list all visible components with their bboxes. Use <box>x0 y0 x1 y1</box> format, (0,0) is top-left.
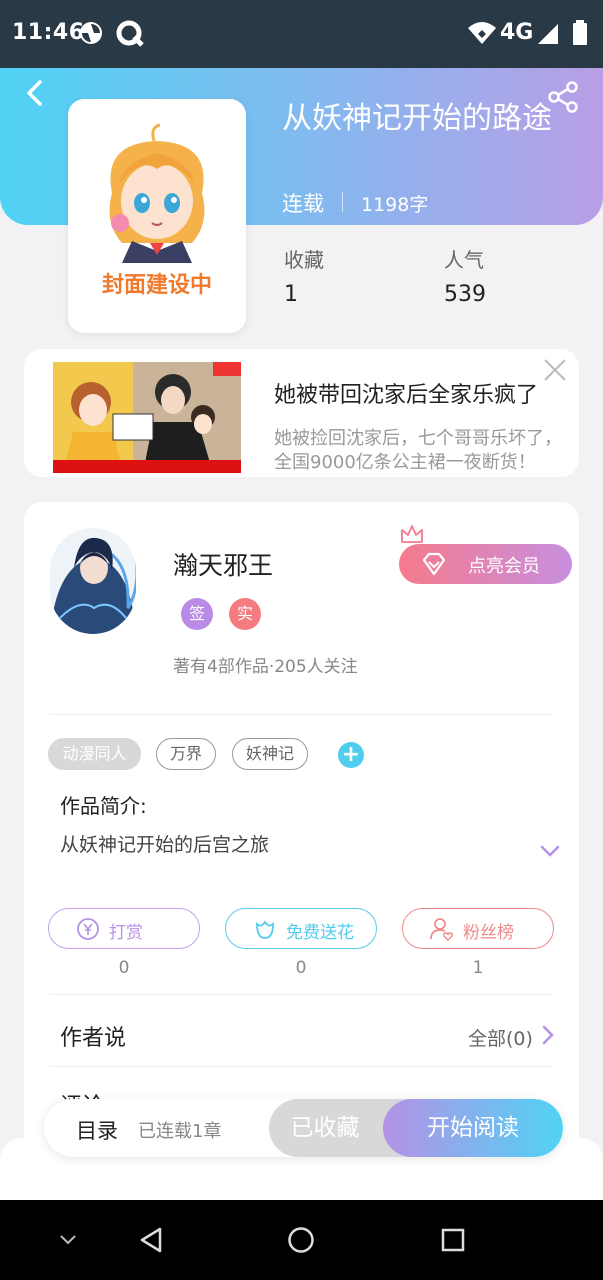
stat-popularity-label: 人气 <box>444 248 484 272</box>
flower-icon <box>256 920 274 939</box>
ad-card[interactable]: 她被带回沈家后全家乐疯了 她被捡回沈家后，七个哥哥乐坏了， 全国9000亿条公主… <box>24 349 579 477</box>
tip-count: 0 <box>118 958 130 978</box>
book-title: 从妖神记开始的路途 <box>282 101 552 136</box>
ad-title[interactable]: 她被带回沈家后全家乐疯了 <box>274 377 538 409</box>
author-card: 瀚天邪王 签 实 著有4部作品·205人关注 点亮会员 动漫同人 万界 妖神记 … <box>24 502 579 1162</box>
tag-yaoshenji[interactable]: 妖神记 <box>232 738 308 770</box>
ad-description: 她被捡回沈家后，七个哥哥乐坏了， 全国9000亿条公主裙一夜断货！ <box>274 427 574 475</box>
chevron-down-icon[interactable] <box>539 844 561 858</box>
ad-image <box>53 362 241 473</box>
cover-placeholder-label: 封面建设中 <box>101 273 212 298</box>
intro-text: 从妖神记开始的后宫之旅 <box>60 834 270 856</box>
add-tag-button[interactable]: + <box>338 742 364 768</box>
fan-ranking-label: 粉丝榜 <box>463 923 514 943</box>
ad-description-line-1: 她被捡回沈家后，七个哥哥乐坏了， <box>274 428 562 449</box>
fan-ranking-button[interactable]: 粉丝榜 <box>402 908 554 949</box>
author-says-all-link[interactable]: 全部(0) <box>468 1024 533 1051</box>
yen-coin-icon <box>77 918 99 940</box>
badge-signed: 签 <box>181 598 213 630</box>
intro-label: 作品简介: <box>60 794 147 818</box>
chevron-right-icon[interactable] <box>541 1024 555 1046</box>
send-flower-button[interactable]: 免费送花 <box>225 908 377 949</box>
status-time: 11:46 <box>12 20 85 45</box>
tip-button[interactable]: 打赏 <box>48 908 200 949</box>
book-status: 连载 <box>282 192 324 216</box>
sync-icon <box>80 22 102 44</box>
stat-favorites-label: 收藏 <box>284 248 324 272</box>
send-flower-label: 免费送花 <box>286 923 354 943</box>
author-says-title: 作者说 <box>60 1026 127 1051</box>
stat-popularity-value: 539 <box>444 282 486 307</box>
cover-mascot-image <box>109 123 205 263</box>
divider <box>342 192 343 212</box>
book-cover: 封面建设中 <box>68 99 246 333</box>
author-meta: 著有4部作品·205人关注 <box>173 657 358 677</box>
stat-favorites-value: 1 <box>284 282 298 307</box>
status-bar: 11:46 4G <box>0 0 603 68</box>
close-icon[interactable] <box>540 355 570 385</box>
app-q-icon <box>116 20 144 47</box>
battery-icon <box>573 20 587 45</box>
network-type: 4G <box>500 20 534 45</box>
diamond-icon <box>422 552 446 576</box>
send-flower-count: 0 <box>295 958 307 978</box>
crown-icon <box>401 525 423 543</box>
divider <box>50 994 553 995</box>
toc-chapter-count: 已连载1章 <box>138 1121 222 1142</box>
fan-ranking-count: 1 <box>472 958 484 978</box>
system-nav-bar <box>0 1200 603 1280</box>
wifi-icon <box>468 22 496 44</box>
tag-anime-fanfic[interactable]: 动漫同人 <box>48 738 141 770</box>
back-triangle-icon[interactable] <box>138 1226 164 1254</box>
author-name[interactable]: 瀚天邪王 <box>173 546 273 582</box>
divider <box>50 714 553 715</box>
chevron-left-icon[interactable] <box>20 78 50 108</box>
ad-description-line-2: 全国9000亿条公主裙一夜断货！ <box>274 452 536 473</box>
tip-label: 打赏 <box>109 923 143 943</box>
start-reading-button[interactable]: 开始阅读 <box>383 1099 563 1157</box>
favorited-label: 已收藏 <box>290 1115 360 1141</box>
chevron-down-icon[interactable] <box>58 1232 78 1248</box>
word-count: 1198字 <box>361 194 429 216</box>
signal-icon <box>538 24 558 44</box>
badge-verified: 实 <box>229 598 261 630</box>
user-heart-icon <box>430 918 453 942</box>
vip-label: 点亮会员 <box>468 556 540 577</box>
toc-button[interactable]: 目录 <box>76 1115 118 1145</box>
home-circle-icon[interactable] <box>286 1225 316 1255</box>
bottom-action-bar: 目录 已连载1章 已收藏 开始阅读 <box>44 1099 563 1157</box>
divider <box>50 1066 553 1067</box>
vip-button[interactable]: 点亮会员 <box>399 544 572 584</box>
author-avatar[interactable] <box>50 528 136 634</box>
tag-multiverse[interactable]: 万界 <box>156 738 216 770</box>
recents-square-icon[interactable] <box>440 1227 466 1253</box>
